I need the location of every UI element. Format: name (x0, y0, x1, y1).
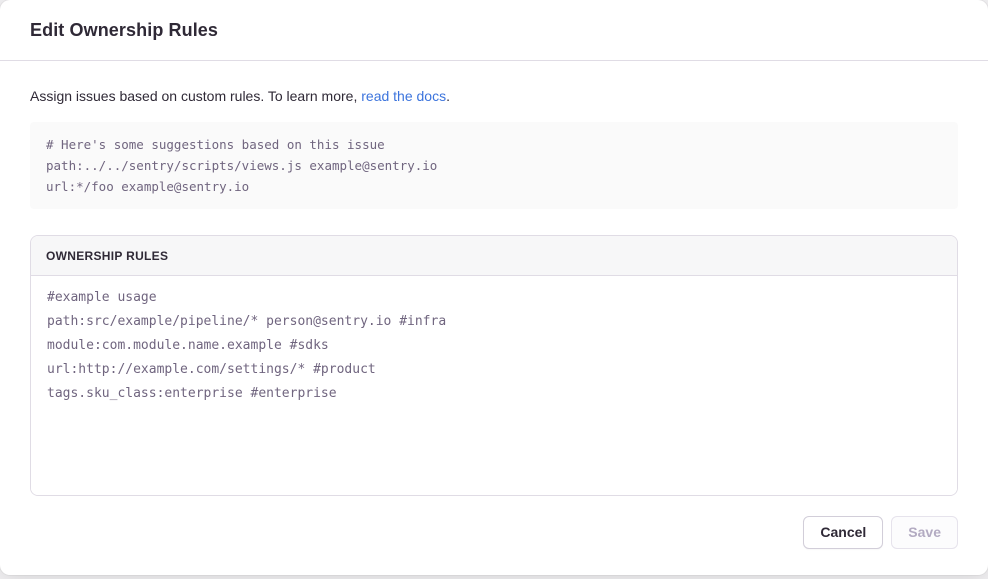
ownership-rules-panel: OWNERSHIP RULES #example usage path:src/… (30, 235, 958, 496)
ownership-rules-input[interactable]: #example usage path:src/example/pipeline… (31, 276, 957, 495)
modal-body: Assign issues based on custom rules. To … (0, 61, 988, 579)
edit-ownership-rules-modal: Edit Ownership Rules Assign issues based… (0, 0, 988, 575)
description-text: Assign issues based on custom rules. To … (30, 86, 958, 106)
page-title: Edit Ownership Rules (30, 20, 218, 41)
modal-footer: Cancel Save (30, 516, 958, 549)
ownership-rules-panel-header: OWNERSHIP RULES (31, 236, 957, 276)
modal-header: Edit Ownership Rules (0, 0, 988, 61)
description-suffix: . (446, 88, 450, 104)
suggestions-block: # Here's some suggestions based on this … (30, 122, 958, 209)
read-the-docs-link[interactable]: read the docs (361, 88, 446, 104)
save-button[interactable]: Save (891, 516, 958, 549)
description-lead: Assign issues based on custom rules. To … (30, 88, 361, 104)
cancel-button[interactable]: Cancel (803, 516, 883, 549)
